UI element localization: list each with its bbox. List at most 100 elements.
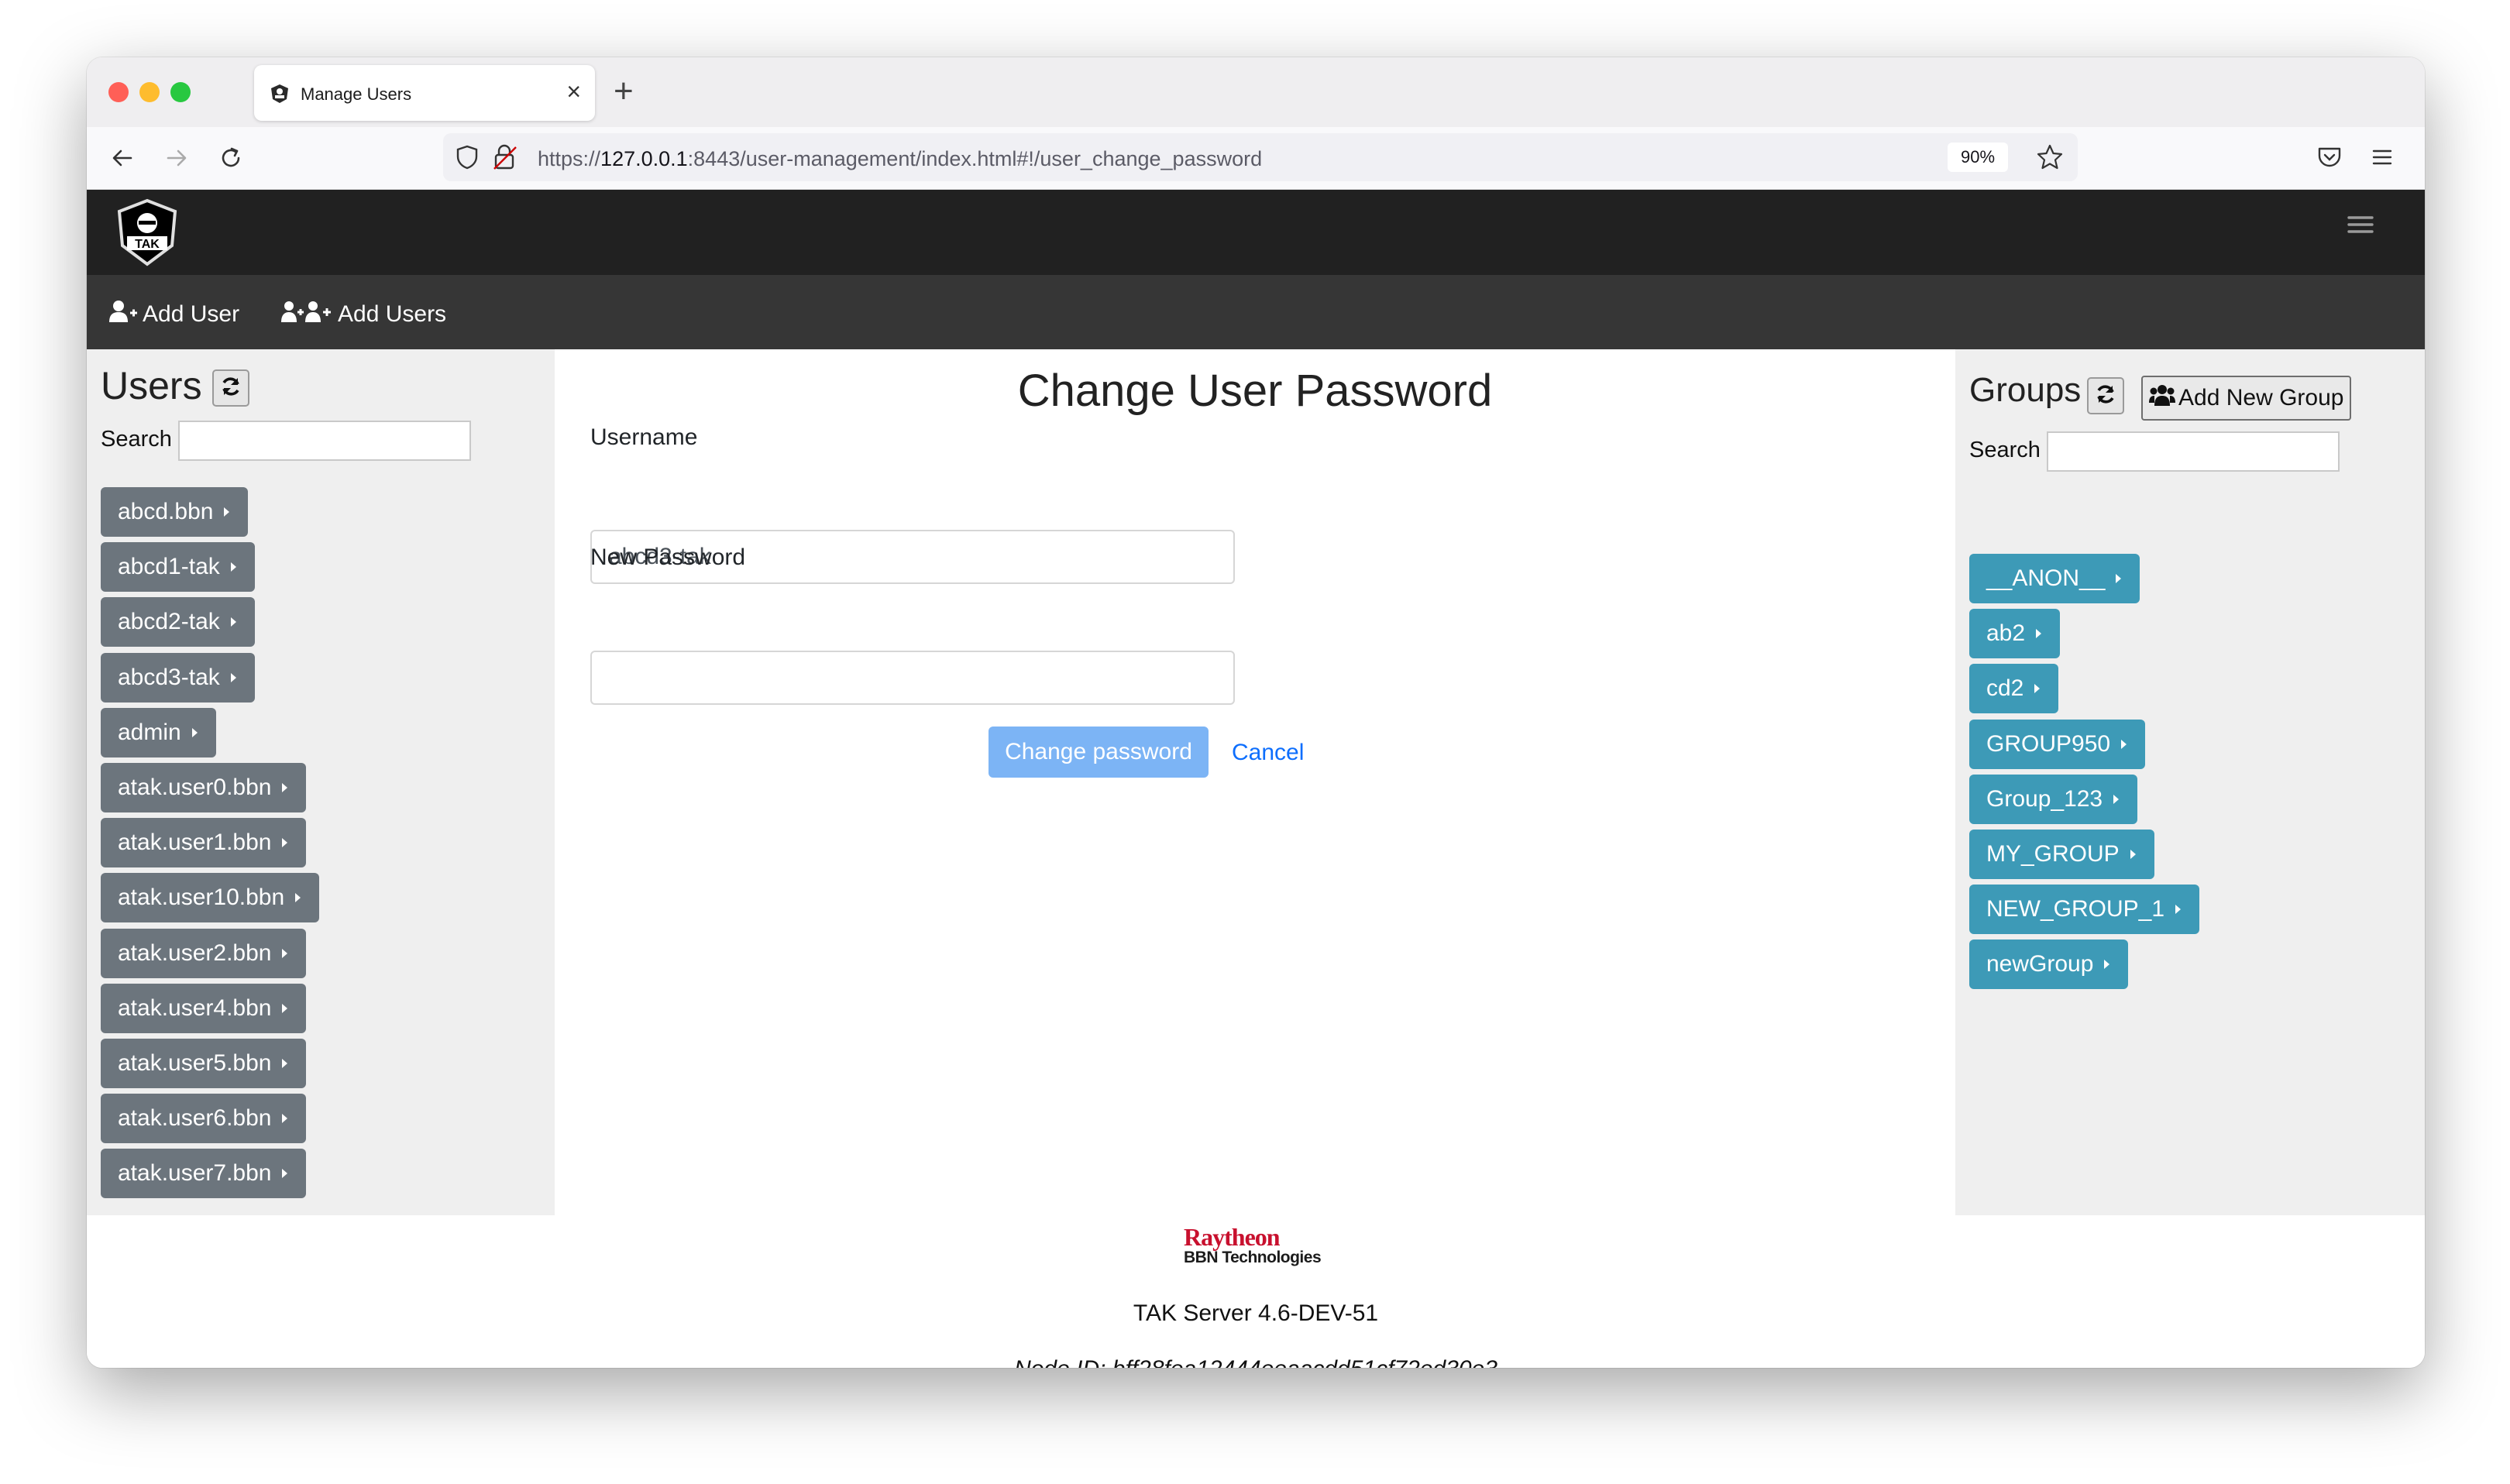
- maximize-window-button[interactable]: [170, 82, 191, 102]
- change-password-button[interactable]: Change password: [989, 727, 1209, 778]
- group-list-item[interactable]: NEW_GROUP_1: [1969, 885, 2200, 935]
- division-name: BBN Technologies: [1184, 1249, 1322, 1266]
- user-list-item-label: atak.user6.bbn: [118, 1105, 272, 1132]
- caret-right-icon: [230, 562, 236, 572]
- tak-favicon-icon: [270, 84, 290, 108]
- new-password-field[interactable]: [590, 651, 1235, 705]
- group-list-item[interactable]: cd2: [1969, 664, 2059, 714]
- caret-right-icon: [2113, 794, 2120, 804]
- cancel-link[interactable]: Cancel: [1232, 740, 1304, 766]
- user-list-item-label: atak.user4.bbn: [118, 994, 272, 1021]
- caret-right-icon: [224, 507, 230, 517]
- new-tab-icon[interactable]: +: [614, 68, 634, 115]
- group-list-item-label: Group_123: [1986, 785, 2103, 812]
- users-search-label: Search: [101, 427, 172, 452]
- caret-right-icon: [230, 672, 236, 682]
- group-list-item[interactable]: Group_123: [1969, 774, 2138, 824]
- sub-navigation: Add User Add Users: [87, 275, 2425, 349]
- group-list-item[interactable]: newGroup: [1969, 940, 2129, 990]
- forward-icon[interactable]: [161, 143, 192, 173]
- groups-title: Groups: [1969, 371, 2082, 409]
- user-list-item[interactable]: atak.user7.bbn: [101, 1149, 307, 1199]
- hamburger-menu-icon[interactable]: [2347, 213, 2374, 240]
- browser-tab[interactable]: Manage Users ×: [254, 65, 595, 121]
- logo-text: TAK: [135, 238, 160, 251]
- insecure-lock-icon[interactable]: [493, 144, 517, 174]
- caret-right-icon: [282, 783, 288, 792]
- group-list-item[interactable]: __ANON__: [1969, 554, 2140, 603]
- nav-add-users[interactable]: Add Users: [280, 300, 446, 329]
- back-icon[interactable]: [107, 143, 138, 173]
- tab-bar: Manage Users × +: [87, 57, 2425, 127]
- user-list-item[interactable]: abcd3-tak: [101, 652, 255, 702]
- caret-right-icon: [282, 1114, 288, 1124]
- footer: Raytheon BBN Technologies TAK Server 4.6…: [87, 1215, 2425, 1368]
- caret-right-icon: [2130, 850, 2136, 859]
- caret-right-icon: [2034, 684, 2041, 694]
- app-menu-icon[interactable]: [2371, 146, 2394, 173]
- caret-right-icon: [282, 1059, 288, 1068]
- user-list-item[interactable]: atak.user2.bbn: [101, 928, 307, 978]
- bookmark-star-icon[interactable]: [2036, 143, 2064, 175]
- caret-right-icon: [2104, 960, 2110, 970]
- group-list-item-label: __ANON__: [1986, 565, 2106, 591]
- reload-icon[interactable]: [215, 143, 246, 173]
- groups-search-label: Search: [1969, 438, 2041, 462]
- refresh-users-button[interactable]: [212, 369, 249, 407]
- caret-right-icon: [230, 617, 236, 627]
- tak-logo[interactable]: TAK: [113, 198, 181, 269]
- caret-right-icon: [282, 1003, 288, 1013]
- shield-icon[interactable]: [456, 145, 479, 173]
- user-list-item-label: abcd1-tak: [118, 554, 220, 580]
- close-window-button[interactable]: [108, 82, 129, 102]
- groups-search-input[interactable]: [2047, 431, 2340, 472]
- group-list-item[interactable]: ab2: [1969, 609, 2061, 659]
- close-tab-icon[interactable]: ×: [566, 77, 581, 105]
- caret-right-icon: [2175, 905, 2182, 915]
- group-list-item-label: MY_GROUP: [1986, 841, 2120, 867]
- group-list-item-label: cd2: [1986, 675, 2024, 702]
- user-list-item[interactable]: atak.user10.bbn: [101, 873, 320, 923]
- nav-add-users-label: Add Users: [338, 301, 447, 327]
- user-list-item[interactable]: admin: [101, 707, 216, 757]
- zoom-level[interactable]: 90%: [1948, 143, 2008, 172]
- user-list-item-label: atak.user7.bbn: [118, 1160, 272, 1187]
- user-list-item[interactable]: atak.user1.bbn: [101, 818, 307, 868]
- pocket-icon[interactable]: [2316, 144, 2343, 174]
- add-new-group-label: Add New Group: [2178, 385, 2344, 411]
- user-list-item[interactable]: atak.user5.bbn: [101, 1039, 307, 1088]
- user-list-item-label: admin: [118, 719, 181, 745]
- caret-right-icon: [2116, 574, 2122, 583]
- group-list-item-label: newGroup: [1986, 951, 2094, 977]
- users-plus-icon: [280, 300, 333, 329]
- change-password-form: Change User Password Username New Passwo…: [555, 349, 1955, 1215]
- node-id: Node ID: bff28fea12444eeaacdd51cf72ed30e…: [87, 1356, 2425, 1368]
- caret-right-icon: [282, 948, 288, 958]
- refresh-groups-button[interactable]: [2087, 377, 2124, 414]
- user-list-item[interactable]: atak.user6.bbn: [101, 1094, 307, 1144]
- group-list-item-label: ab2: [1986, 620, 2026, 647]
- user-list-item[interactable]: abcd1-tak: [101, 542, 255, 593]
- caret-right-icon: [295, 893, 301, 903]
- users-search-input[interactable]: [178, 421, 471, 461]
- nav-add-user[interactable]: Add User: [108, 300, 239, 329]
- user-list-item[interactable]: atak.user0.bbn: [101, 763, 307, 812]
- refresh-icon: [2094, 383, 2117, 410]
- url-text[interactable]: https://127.0.0.1:8443/user-management/i…: [538, 147, 1262, 171]
- caret-right-icon: [282, 1169, 288, 1179]
- user-list-item-label: abcd2-tak: [118, 609, 220, 635]
- browser-window: Manage Users × + https://127.0.0.1:8443/…: [87, 57, 2425, 1368]
- username-label: Username: [590, 424, 698, 450]
- group-list-item[interactable]: GROUP950: [1969, 719, 2146, 769]
- user-list-item[interactable]: atak.user4.bbn: [101, 983, 307, 1033]
- navigation-bar: https://127.0.0.1:8443/user-management/i…: [87, 127, 2425, 190]
- address-bar[interactable]: https://127.0.0.1:8443/user-management/i…: [443, 133, 2078, 181]
- user-list-item[interactable]: abcd2-tak: [101, 597, 255, 648]
- users-group-icon: [2149, 384, 2175, 412]
- user-list-item[interactable]: abcd.bbn: [101, 487, 249, 537]
- group-list-item[interactable]: MY_GROUP: [1969, 830, 2154, 879]
- caret-right-icon: [191, 727, 198, 737]
- group-list-item-label: GROUP950: [1986, 730, 2111, 757]
- minimize-window-button[interactable]: [139, 82, 160, 102]
- add-new-group-button[interactable]: Add New Group: [2141, 376, 2352, 421]
